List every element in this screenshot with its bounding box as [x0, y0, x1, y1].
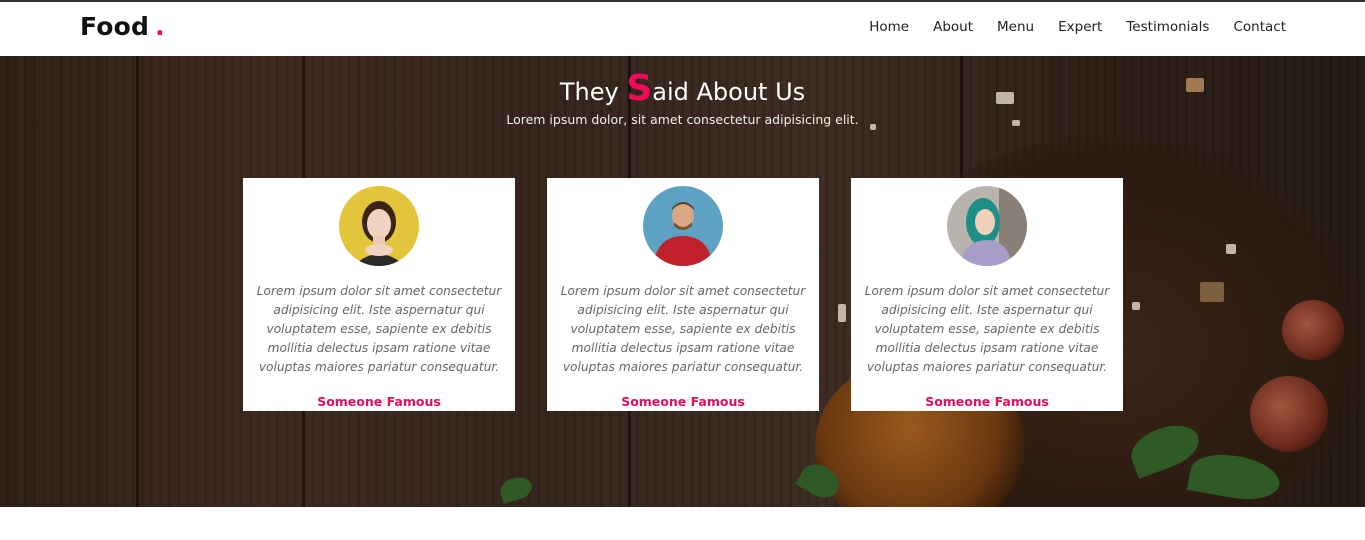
testimonial-author: Someone Famous: [621, 394, 745, 409]
woman-teal-hair-portrait-icon: [947, 186, 1027, 266]
woman-portrait-icon: [339, 186, 419, 266]
title-post: aid About Us: [652, 78, 806, 106]
main-nav: Home About Menu Expert Testimonials Cont…: [845, 19, 1286, 35]
testimonial-author: Someone Famous: [317, 394, 441, 409]
testimonial-quote: Lorem ipsum dolor sit amet consectetur a…: [560, 284, 806, 374]
nav-menu[interactable]: Menu: [997, 19, 1034, 35]
nav-about[interactable]: About: [933, 19, 973, 35]
section-title: They Said About Us: [0, 68, 1365, 109]
crumb-decoration: [1200, 282, 1224, 302]
nav-expert[interactable]: Expert: [1058, 19, 1102, 35]
brand-name: Food: [80, 12, 150, 41]
testimonial-author: Someone Famous: [925, 394, 1049, 409]
nav-home[interactable]: Home: [869, 19, 909, 35]
nav-contact[interactable]: Contact: [1233, 19, 1286, 35]
brand-dot: .: [155, 12, 165, 41]
crumb-decoration: [838, 304, 846, 322]
section-subtitle: Lorem ipsum dolor, sit amet consectetur …: [506, 112, 859, 127]
site-header: Food. Home About Menu Expert Testimonial…: [0, 2, 1365, 56]
crumb-decoration: [1226, 244, 1236, 254]
testimonial-card: Lorem ipsum dolor sit amet consectetur a…: [851, 178, 1123, 411]
title-highlight: S: [626, 68, 653, 109]
brand-logo[interactable]: Food.: [80, 12, 165, 41]
testimonial-card: Lorem ipsum dolor sit amet consectetur a…: [547, 178, 819, 411]
testimonials-section: They Said About Us Lorem ipsum dolor, si…: [0, 56, 1365, 507]
nav-testimonials[interactable]: Testimonials: [1126, 19, 1209, 35]
testimonial-quote: Lorem ipsum dolor sit amet consectetur a…: [864, 284, 1110, 374]
crumb-decoration: [1132, 302, 1140, 310]
testimonial-card: Lorem ipsum dolor sit amet consectetur a…: [243, 178, 515, 411]
man-portrait-icon: [643, 186, 723, 266]
onion-decoration: [1282, 300, 1344, 360]
title-pre: They: [559, 78, 627, 106]
testimonial-quote: Lorem ipsum dolor sit amet consectetur a…: [256, 284, 502, 374]
onion-decoration: [1250, 376, 1328, 452]
